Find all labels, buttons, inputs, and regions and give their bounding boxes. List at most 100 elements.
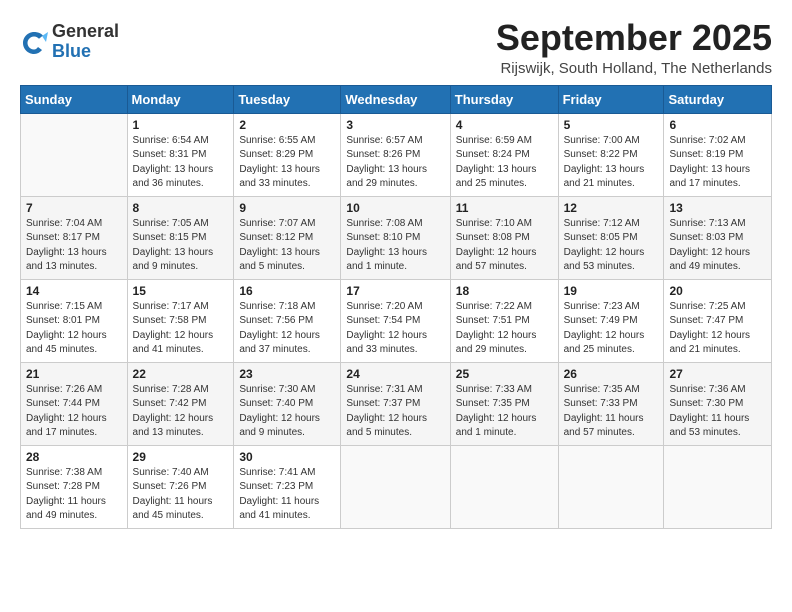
day-info-29: Sunrise: 7:40 AMSunset: 7:26 PMDaylight:… xyxy=(133,466,229,524)
day-number-17: 17 xyxy=(346,284,444,298)
day-info-11: Sunrise: 7:10 AMSunset: 8:08 PMDaylight:… xyxy=(456,217,553,275)
day-number-19: 19 xyxy=(564,284,659,298)
day-number-22: 22 xyxy=(133,367,229,381)
col-wednesday: Wednesday xyxy=(341,85,450,113)
cell-w5-d3 xyxy=(341,445,450,528)
month-title: September 2025 xyxy=(496,18,772,58)
day-number-14: 14 xyxy=(26,284,122,298)
cell-w5-d5 xyxy=(558,445,664,528)
day-info-12: Sunrise: 7:12 AMSunset: 8:05 PMDaylight:… xyxy=(564,217,659,275)
location: Rijswijk, South Holland, The Netherlands xyxy=(496,60,772,77)
day-number-24: 24 xyxy=(346,367,444,381)
day-info-13: Sunrise: 7:13 AMSunset: 8:03 PMDaylight:… xyxy=(669,217,766,275)
header: General Blue September 2025 Rijswijk, So… xyxy=(20,18,772,77)
day-info-22: Sunrise: 7:28 AMSunset: 7:42 PMDaylight:… xyxy=(133,383,229,441)
day-number-20: 20 xyxy=(669,284,766,298)
day-info-30: Sunrise: 7:41 AMSunset: 7:23 PMDaylight:… xyxy=(239,466,335,524)
day-number-12: 12 xyxy=(564,201,659,215)
day-number-13: 13 xyxy=(669,201,766,215)
day-number-10: 10 xyxy=(346,201,444,215)
logo-blue-text: Blue xyxy=(52,42,119,62)
col-saturday: Saturday xyxy=(664,85,772,113)
day-info-4: Sunrise: 6:59 AMSunset: 8:24 PMDaylight:… xyxy=(456,134,553,192)
col-sunday: Sunday xyxy=(21,85,128,113)
cell-w4-d6: 27Sunrise: 7:36 AMSunset: 7:30 PMDayligh… xyxy=(664,362,772,445)
col-friday: Friday xyxy=(558,85,664,113)
day-info-24: Sunrise: 7:31 AMSunset: 7:37 PMDaylight:… xyxy=(346,383,444,441)
day-info-10: Sunrise: 7:08 AMSunset: 8:10 PMDaylight:… xyxy=(346,217,444,275)
cell-w2-d1: 8 Sunrise: 7:05 AMSunset: 8:15 PMDaylight… xyxy=(127,196,234,279)
day-info-19: Sunrise: 7:23 AMSunset: 7:49 PMDaylight:… xyxy=(564,300,659,358)
day-info-21: Sunrise: 7:26 AMSunset: 7:44 PMDaylight:… xyxy=(26,383,122,441)
cell-w1-d0 xyxy=(21,113,128,196)
day-number-8: 8 xyxy=(133,201,229,215)
day-info-20: Sunrise: 7:25 AMSunset: 7:47 PMDaylight:… xyxy=(669,300,766,358)
cell-w3-d6: 20 Sunrise: 7:25 AMSunset: 7:47 PMDayligh… xyxy=(664,279,772,362)
logo-text: General Blue xyxy=(52,22,119,62)
cell-w5-d6 xyxy=(664,445,772,528)
cell-w2-d5: 12 Sunrise: 7:12 AMSunset: 8:05 PMDayligh… xyxy=(558,196,664,279)
logo: General Blue xyxy=(20,22,119,62)
day-info-15: Sunrise: 7:17 AMSunset: 7:58 PMDaylight:… xyxy=(133,300,229,358)
day-info-27: Sunrise: 7:36 AMSunset: 7:30 PMDaylight:… xyxy=(669,383,766,441)
day-info-18: Sunrise: 7:22 AMSunset: 7:51 PMDaylight:… xyxy=(456,300,553,358)
cell-w2-d6: 13 Sunrise: 7:13 AMSunset: 8:03 PMDayligh… xyxy=(664,196,772,279)
day-info-28: Sunrise: 7:38 AMSunset: 7:28 PMDaylight:… xyxy=(26,466,122,524)
title-block: September 2025 Rijswijk, South Holland, … xyxy=(496,18,772,77)
cell-w3-d4: 18 Sunrise: 7:22 AMSunset: 7:51 PMDayligh… xyxy=(450,279,558,362)
cell-w4-d2: 23Sunrise: 7:30 AMSunset: 7:40 PMDayligh… xyxy=(234,362,341,445)
calendar-body: 1 Sunrise: 6:54 AMSunset: 8:31 PMDaylight… xyxy=(21,113,772,528)
cell-w1-d1: 1 Sunrise: 6:54 AMSunset: 8:31 PMDaylight… xyxy=(127,113,234,196)
day-number-15: 15 xyxy=(133,284,229,298)
cell-w5-d4 xyxy=(450,445,558,528)
day-info-6: Sunrise: 7:02 AMSunset: 8:19 PMDaylight:… xyxy=(669,134,766,192)
cell-w2-d4: 11Sunrise: 7:10 AMSunset: 8:08 PMDayligh… xyxy=(450,196,558,279)
day-number-4: 4 xyxy=(456,118,553,132)
day-number-23: 23 xyxy=(239,367,335,381)
cell-w1-d4: 4 Sunrise: 6:59 AMSunset: 8:24 PMDaylight… xyxy=(450,113,558,196)
day-info-17: Sunrise: 7:20 AMSunset: 7:54 PMDaylight:… xyxy=(346,300,444,358)
day-number-6: 6 xyxy=(669,118,766,132)
week-row-3: 14Sunrise: 7:15 AMSunset: 8:01 PMDayligh… xyxy=(21,279,772,362)
cell-w4-d5: 26Sunrise: 7:35 AMSunset: 7:33 PMDayligh… xyxy=(558,362,664,445)
cell-w2-d2: 9Sunrise: 7:07 AMSunset: 8:12 PMDaylight… xyxy=(234,196,341,279)
col-tuesday: Tuesday xyxy=(234,85,341,113)
day-number-5: 5 xyxy=(564,118,659,132)
cell-w1-d3: 3 Sunrise: 6:57 AMSunset: 8:26 PMDaylight… xyxy=(341,113,450,196)
day-number-29: 29 xyxy=(133,450,229,464)
cell-w2-d3: 10 Sunrise: 7:08 AMSunset: 8:10 PMDayligh… xyxy=(341,196,450,279)
logo-icon xyxy=(20,28,48,56)
page: General Blue September 2025 Rijswijk, So… xyxy=(0,0,792,543)
day-info-9: Sunrise: 7:07 AMSunset: 8:12 PMDaylight:… xyxy=(239,217,335,275)
day-info-25: Sunrise: 7:33 AMSunset: 7:35 PMDaylight:… xyxy=(456,383,553,441)
day-number-3: 3 xyxy=(346,118,444,132)
day-number-1: 1 xyxy=(133,118,229,132)
cell-w5-d1: 29 Sunrise: 7:40 AMSunset: 7:26 PMDayligh… xyxy=(127,445,234,528)
day-number-30: 30 xyxy=(239,450,335,464)
cell-w4-d1: 22 Sunrise: 7:28 AMSunset: 7:42 PMDayligh… xyxy=(127,362,234,445)
day-info-8: Sunrise: 7:05 AMSunset: 8:15 PMDaylight:… xyxy=(133,217,229,275)
cell-w3-d2: 16Sunrise: 7:18 AMSunset: 7:56 PMDayligh… xyxy=(234,279,341,362)
day-number-16: 16 xyxy=(239,284,335,298)
cell-w1-d6: 6 Sunrise: 7:02 AMSunset: 8:19 PMDaylight… xyxy=(664,113,772,196)
cell-w3-d1: 15 Sunrise: 7:17 AMSunset: 7:58 PMDayligh… xyxy=(127,279,234,362)
cell-w2-d0: 7Sunrise: 7:04 AMSunset: 8:17 PMDaylight… xyxy=(21,196,128,279)
cell-w5-d2: 30 Sunrise: 7:41 AMSunset: 7:23 PMDayligh… xyxy=(234,445,341,528)
day-number-28: 28 xyxy=(26,450,122,464)
logo-general-text: General xyxy=(52,22,119,42)
day-info-3: Sunrise: 6:57 AMSunset: 8:26 PMDaylight:… xyxy=(346,134,444,192)
week-row-4: 21 Sunrise: 7:26 AMSunset: 7:44 PMDayligh… xyxy=(21,362,772,445)
cell-w3-d5: 19 Sunrise: 7:23 AMSunset: 7:49 PMDayligh… xyxy=(558,279,664,362)
cell-w5-d0: 28 Sunrise: 7:38 AMSunset: 7:28 PMDayligh… xyxy=(21,445,128,528)
day-number-26: 26 xyxy=(564,367,659,381)
col-thursday: Thursday xyxy=(450,85,558,113)
week-row-2: 7Sunrise: 7:04 AMSunset: 8:17 PMDaylight… xyxy=(21,196,772,279)
day-number-25: 25 xyxy=(456,367,553,381)
day-number-21: 21 xyxy=(26,367,122,381)
day-number-18: 18 xyxy=(456,284,553,298)
cell-w4-d0: 21 Sunrise: 7:26 AMSunset: 7:44 PMDayligh… xyxy=(21,362,128,445)
cell-w4-d4: 25 Sunrise: 7:33 AMSunset: 7:35 PMDayligh… xyxy=(450,362,558,445)
cell-w3-d0: 14Sunrise: 7:15 AMSunset: 8:01 PMDayligh… xyxy=(21,279,128,362)
cell-w4-d3: 24 Sunrise: 7:31 AMSunset: 7:37 PMDayligh… xyxy=(341,362,450,445)
day-info-1: Sunrise: 6:54 AMSunset: 8:31 PMDaylight:… xyxy=(133,134,229,192)
